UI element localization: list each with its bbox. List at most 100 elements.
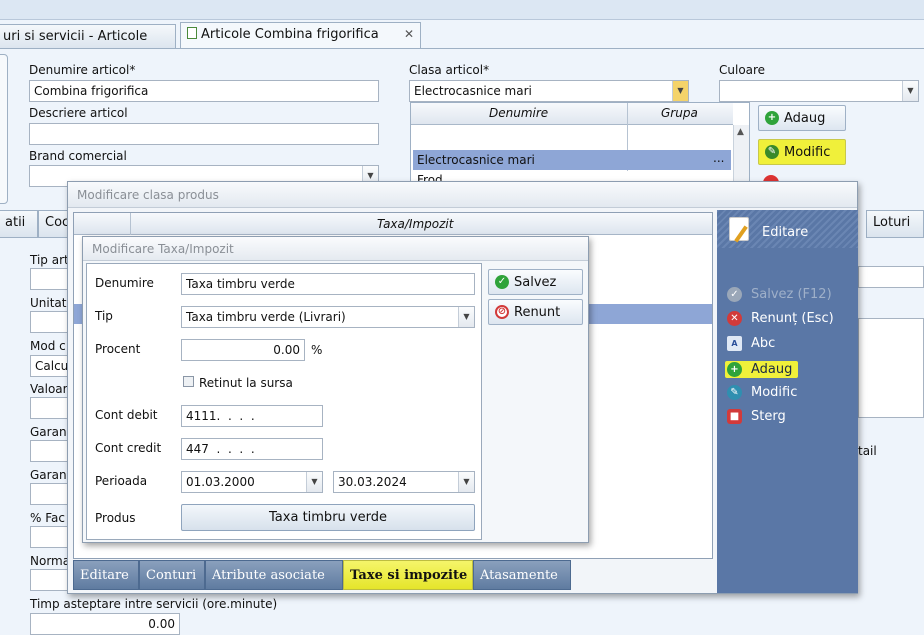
culoare-select[interactable]: ▼ — [719, 80, 919, 102]
sidebar-item-label: Adaug — [751, 362, 793, 377]
clasa-select[interactable]: Electrocasnice mari ▼ — [409, 80, 689, 102]
list-item-grupa: ... — [713, 151, 725, 165]
taxa-dialog: Modificare Taxa/Impozit Denumire Taxa ti… — [82, 236, 589, 543]
timp-input[interactable]: 0.00 — [30, 613, 180, 635]
norma-input[interactable] — [30, 569, 70, 591]
fac-input[interactable] — [30, 526, 70, 548]
sidebar-item-label: Salvez (F12) — [751, 287, 832, 302]
taxa-denumire-label: Denumire — [95, 276, 154, 290]
garan2-label: Garan — [30, 468, 67, 482]
tab-editare[interactable]: Editare — [73, 560, 139, 590]
procent-label: Procent — [95, 342, 141, 356]
cont-debit-input[interactable]: 4111. . . . — [181, 405, 323, 427]
clasa-dialog-title: Modificare clasa produs — [77, 188, 219, 202]
tab-bg-loturi[interactable]: Loturi — [866, 210, 924, 238]
procent-unit: % — [311, 343, 323, 357]
list-item-selected[interactable]: Electrocasnice mari ... — [413, 150, 731, 170]
tab-label: Atasamente — [480, 568, 558, 583]
tab-combina[interactable]: Articole Combina frigorifica ✕ — [180, 22, 421, 50]
cancel-icon: ⊘ — [495, 305, 509, 319]
salvez-button[interactable]: ✓ Salvez — [488, 269, 583, 295]
plus-icon: + — [727, 362, 742, 377]
bg-right-area — [858, 318, 924, 418]
chevron-down-icon[interactable]: ▼ — [458, 307, 474, 327]
renunt-label: Renunt — [514, 304, 561, 320]
taxa-dialog-titlebar[interactable]: Modificare Taxa/Impozit — [83, 237, 588, 261]
chevron-down-icon[interactable]: ▼ — [306, 472, 322, 492]
tab-articole[interactable]: uri si servicii - Articole — [0, 24, 176, 50]
taxa-form-panel: Denumire Taxa timbru verde Tip Taxa timb… — [86, 263, 482, 540]
garan1-input[interactable] — [30, 440, 70, 462]
denumire-input[interactable]: Combina frigorifica — [29, 80, 379, 102]
tab-label: Editare — [80, 568, 129, 583]
sidebar-renunt[interactable]: ✕ Renunț (Esc) — [727, 311, 834, 326]
sidebar-item-label: Renunț (Esc) — [751, 311, 834, 326]
clasa-dropdown-list: Denumire Grupa Electrocasnice mari ... F… — [410, 102, 750, 184]
taxa-dialog-title: Modificare Taxa/Impozit — [92, 242, 234, 256]
bg-right-input — [858, 266, 924, 288]
tab-conturi[interactable]: Conturi — [139, 560, 205, 590]
descriere-label: Descriere articol — [29, 106, 128, 120]
valoar-input[interactable] — [30, 397, 70, 419]
sidebar-modific[interactable]: ✎ Modific — [727, 385, 797, 400]
taxa-tip-select[interactable]: Taxa timbru verde (Livrari) ▼ — [181, 306, 475, 328]
perioada-end-select[interactable]: 30.03.2024 ▼ — [333, 471, 475, 493]
tab-atribute-asociate[interactable]: Atribute asociate — [205, 560, 343, 590]
procent-value: 0.00 — [273, 343, 300, 357]
sidebar-item-label: Modific — [751, 385, 798, 400]
abc-icon: A — [727, 336, 742, 351]
perioada-label: Perioada — [95, 474, 148, 488]
check-icon: ✓ — [727, 287, 742, 302]
perioada-start-select[interactable]: 01.03.2000 ▼ — [181, 471, 323, 493]
editare-sidebar: Editare ✓ Salvez (F12) ✕ Renunț (Esc) A Abc… — [717, 210, 858, 593]
taxa-tip-value: Taxa timbru verde (Livrari) — [186, 310, 346, 324]
col-denumire: Denumire — [489, 106, 549, 120]
procent-input[interactable]: 0.00 — [181, 339, 305, 361]
dropdown-scrollbar[interactable]: ▲ — [733, 125, 749, 183]
modific-button-bg[interactable]: ✎ Modific — [758, 139, 846, 165]
tail-label: tail — [858, 444, 877, 458]
produs-button[interactable]: Taxa timbru verde — [181, 504, 475, 531]
header-divider — [130, 213, 131, 235]
left-edge-frame — [0, 54, 8, 204]
produs-label: Produs — [95, 511, 136, 525]
tab-taxe-si-impozite[interactable]: Taxe si impozite — [343, 560, 473, 590]
tip-input[interactable] — [30, 268, 70, 290]
tab-label: Atribute asociate — [212, 568, 325, 583]
close-icon[interactable]: ✕ — [404, 27, 414, 41]
document-icon — [187, 27, 197, 39]
tab-atasamente[interactable]: Atasamente — [473, 560, 571, 590]
sidebar-salvez[interactable]: ✓ Salvez (F12) — [727, 287, 832, 302]
cont-credit-input[interactable]: 447 . . . . — [181, 438, 323, 460]
chevron-down-icon[interactable]: ▼ — [902, 81, 918, 101]
unitat-input[interactable] — [30, 311, 70, 333]
sidebar-adaug[interactable]: + Adaug — [725, 361, 799, 378]
check-icon: ✓ — [495, 275, 509, 289]
cancel-icon: ✕ — [727, 311, 742, 326]
mod-label: Mod c — [30, 339, 66, 353]
descriere-input[interactable] — [29, 123, 379, 145]
mod-input[interactable]: Calcu — [30, 355, 70, 377]
renunt-button[interactable]: ⊘ Renunt — [488, 299, 583, 325]
chevron-down-icon[interactable]: ▼ — [458, 472, 474, 492]
tab-label: Conturi — [146, 568, 197, 583]
clasa-dialog-titlebar[interactable]: Modificare clasa produs — [68, 182, 857, 208]
sidebar-title: Editare — [762, 225, 809, 240]
sidebar-item-label: Sterg — [751, 409, 786, 424]
tab-label: atii — [5, 215, 26, 230]
adaug-button-bg[interactable]: + Adaug — [758, 105, 846, 131]
timp-label: Timp asteptare intre servicii (ore.minut… — [30, 597, 278, 611]
valoar-label: Valoar — [30, 382, 68, 396]
tab-label: Coc — [45, 215, 70, 230]
garan2-input[interactable] — [30, 483, 70, 505]
list-item-denumire: Electrocasnice mari — [417, 153, 535, 167]
taxa-denumire-input[interactable]: Taxa timbru verde — [181, 273, 475, 295]
chevron-down-icon[interactable]: ▼ — [672, 81, 688, 101]
norma-label: Norma — [30, 554, 71, 568]
scroll-up-icon[interactable]: ▲ — [737, 127, 744, 137]
retinut-checkbox[interactable] — [183, 376, 194, 387]
sidebar-abc[interactable]: A Abc — [727, 336, 775, 351]
sidebar-sterg[interactable]: ■ Sterg — [727, 409, 786, 424]
tab-bg-atii[interactable]: atii — [0, 210, 38, 238]
tab-label: Taxe si impozite — [350, 568, 468, 583]
